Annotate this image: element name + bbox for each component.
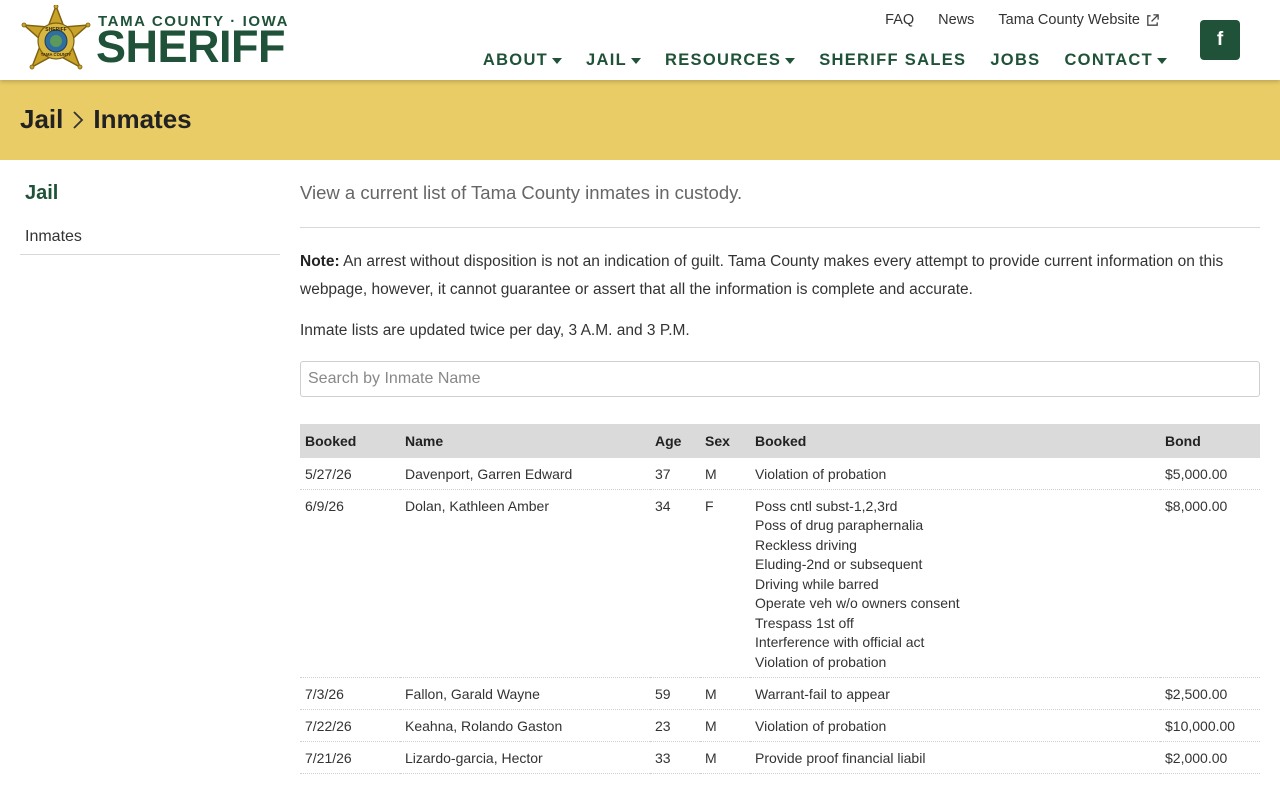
cell-bond: $2,000.00 [1160, 741, 1260, 774]
inmates-table-body: 5/27/26 Davenport, Garren Edward 37 M Violat… [300, 458, 1260, 774]
charge-item: Violation of probation [755, 717, 887, 734]
cell-sex: M [700, 709, 750, 742]
cell-booked: 6/9/26 [300, 489, 400, 678]
note-text: An arrest without disposition is not an … [300, 253, 1224, 298]
charge-item: Violation of probation [755, 653, 887, 670]
site-header: SHERIFF TAMA COUNTY TAMA COUNTY · IOWA S… [0, 0, 1280, 80]
cell-sex: F [700, 489, 750, 678]
cell-bond: $2,500.00 [1160, 677, 1260, 710]
table-header-row: Booked Name Age Sex Booked Bond [300, 424, 1260, 458]
inmate-search-input[interactable] [300, 361, 1260, 397]
cell-name: Dolan, Kathleen Amber [400, 489, 650, 678]
table-row: 6/9/26 Dolan, Kathleen Amber 34 F Poss cntl … [300, 489, 1260, 678]
cell-charges: Warrant-fail to appear [750, 677, 1160, 710]
cell-bond: $10,000.00 [1160, 709, 1260, 742]
main-content: View a current list of Tama County inmat… [300, 160, 1260, 774]
chevron-right-icon [73, 110, 84, 129]
page-banner: Jail Inmates [0, 80, 1280, 160]
cell-charges: Provide proof financial liabil [750, 741, 1160, 774]
badge-text-top: SHERIFF [45, 27, 66, 33]
caret-down-icon [785, 58, 796, 64]
cell-booked: 7/21/26 [300, 741, 400, 774]
breadcrumb: Jail Inmates [20, 104, 192, 135]
nav-contact[interactable]: CONTACT [1064, 51, 1167, 70]
cell-sex: M [700, 458, 750, 490]
breadcrumb-current: Inmates [93, 104, 192, 134]
header-name[interactable]: Name [400, 424, 650, 458]
update-schedule-text: Inmate lists are updated twice per day, … [300, 322, 690, 339]
charge-item: Provide proof financial liabil [755, 749, 926, 766]
cell-booked: 7/3/26 [300, 677, 400, 710]
facebook-icon: f [1216, 29, 1224, 50]
cell-age: 33 [650, 741, 700, 774]
sheriff-star-badge-icon: SHERIFF TAMA COUNTY [21, 5, 91, 70]
header-booked[interactable]: Booked [300, 424, 400, 458]
nav-resources[interactable]: RESOURCES [665, 51, 796, 70]
nav-about[interactable]: ABOUT [483, 51, 563, 70]
cell-bond: $8,000.00 [1160, 489, 1260, 678]
cell-booked: 7/22/26 [300, 709, 400, 742]
facebook-button[interactable]: f [1200, 20, 1240, 60]
main-nav: ABOUT JAIL RESOURCES SHERIFF SALES JOBS … [483, 51, 1167, 70]
header-bond[interactable]: Bond [1160, 424, 1260, 458]
nav-jail[interactable]: JAIL [586, 51, 642, 70]
cell-sex: M [700, 677, 750, 710]
cell-age: 23 [650, 709, 700, 742]
inmates-table: Booked Name Age Sex Booked Bond 5/27/26 D… [300, 424, 1260, 774]
cell-sex: M [700, 741, 750, 774]
cell-name: Davenport, Garren Edward [400, 458, 650, 490]
external-link-icon [1147, 13, 1159, 26]
table-row: 7/22/26 Keahna, Rolando Gaston 23 M Violatio… [300, 709, 1260, 742]
brand-title: SHERIFF [96, 21, 286, 72]
caret-down-icon [631, 58, 642, 64]
faq-link[interactable]: FAQ [885, 12, 914, 28]
cell-name: Keahna, Rolando Gaston [400, 709, 650, 742]
home-logo-link[interactable]: SHERIFF TAMA COUNTY TAMA COUNTY · IOWA S… [20, 5, 300, 77]
charge-item: Violation of probation [755, 465, 887, 482]
cell-name: Fallon, Garald Wayne [400, 677, 650, 710]
county-website-link[interactable]: Tama County Website [998, 12, 1160, 28]
cell-age: 34 [650, 489, 700, 678]
table-row: 5/27/26 Davenport, Garren Edward 37 M Violat… [300, 458, 1260, 490]
disclaimer-note: Note: An arrest without disposition is n… [300, 248, 1260, 304]
cell-booked: 5/27/26 [300, 458, 400, 490]
cell-bond: $5,000.00 [1160, 458, 1260, 490]
nav-sheriff-sales[interactable]: SHERIFF SALES [819, 51, 966, 70]
caret-down-icon [1157, 58, 1167, 64]
news-link[interactable]: News [938, 12, 974, 28]
cell-age: 59 [650, 677, 700, 710]
cell-name: Lizardo-garcia, Hector [400, 741, 650, 774]
table-row: 7/3/26 Fallon, Garald Wayne 59 M Warrant-fai… [300, 677, 1260, 710]
caret-down-icon [552, 58, 563, 64]
page-lead: View a current list of Tama County inmat… [300, 160, 1260, 228]
header-sex[interactable]: Sex [700, 424, 750, 458]
cell-charges: Poss cntl subst-1,2,3rd Poss of drug para… [750, 489, 1160, 678]
charge-item: Warrant-fail to appear [755, 685, 890, 702]
sidebar: Jail Inmates [20, 178, 280, 255]
note-label: Note: [300, 253, 340, 270]
header-age[interactable]: Age [650, 424, 700, 458]
utility-nav: FAQ News Tama County Website [885, 12, 1160, 28]
cell-charges: Violation of probation [750, 709, 1160, 742]
table-row: 7/21/26 Lizardo-garcia, Hector 33 M Provide … [300, 741, 1260, 774]
header-charges[interactable]: Booked [750, 424, 1160, 458]
sidebar-title: Jail [25, 182, 59, 204]
breadcrumb-jail-link[interactable]: Jail [20, 104, 63, 135]
cell-age: 37 [650, 458, 700, 490]
cell-charges: Violation of probation [750, 458, 1160, 490]
sidebar-item-inmates[interactable]: Inmates [20, 216, 280, 255]
nav-jobs[interactable]: JOBS [990, 51, 1040, 70]
badge-text-bottom: TAMA COUNTY [41, 52, 72, 57]
